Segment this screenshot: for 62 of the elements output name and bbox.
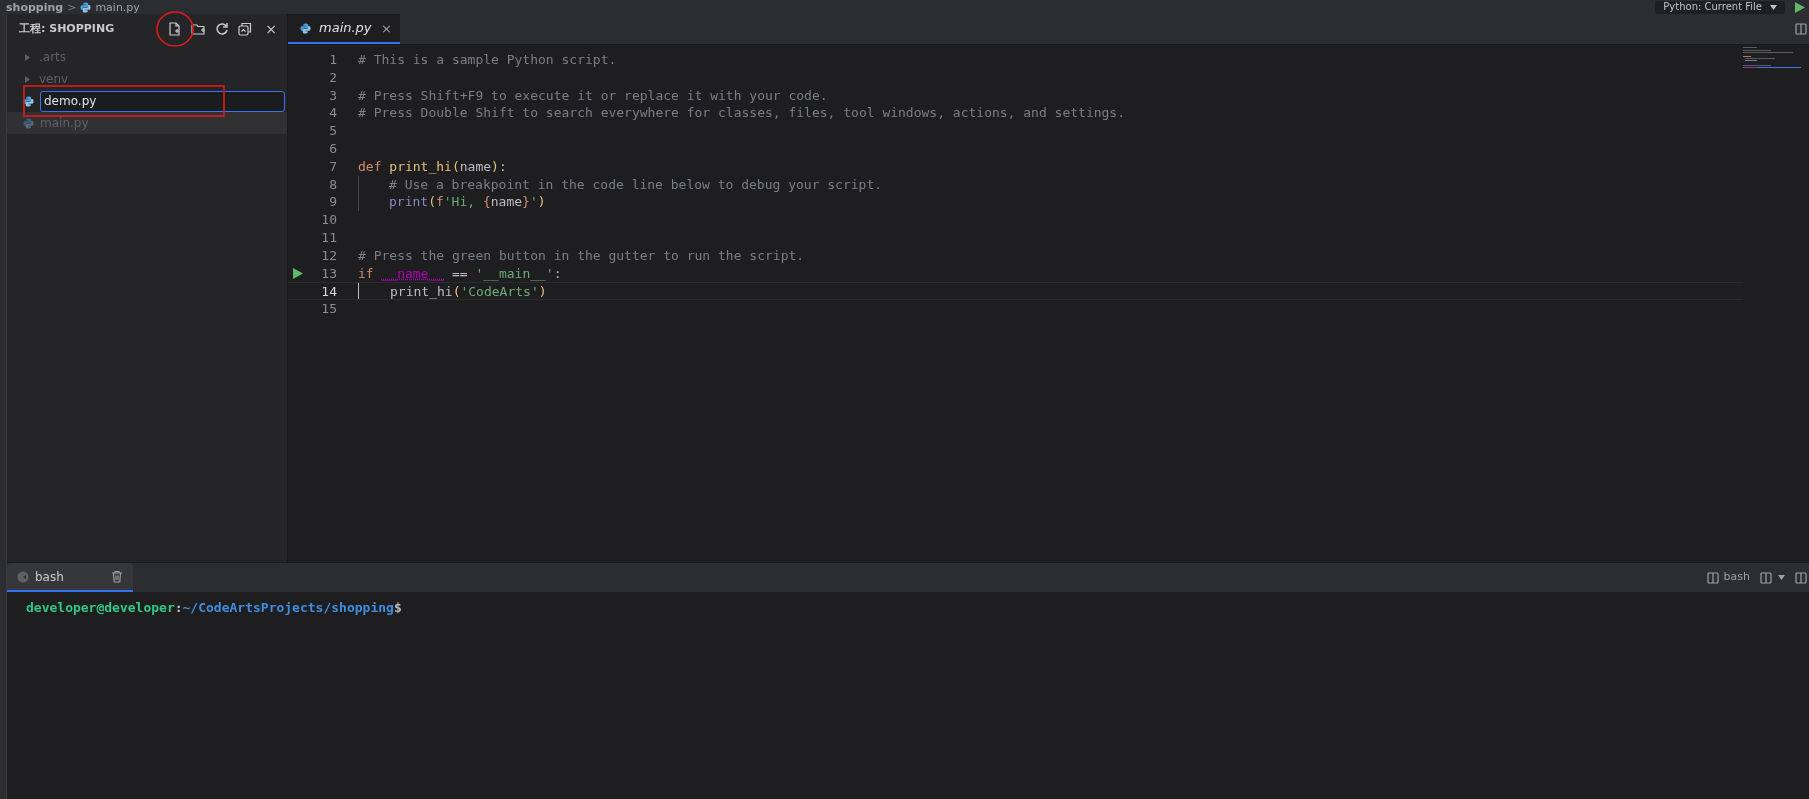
breadcrumb-separator: > <box>67 1 77 13</box>
rename-input-field[interactable]: demo.py <box>40 90 285 112</box>
tab-label: main.py <box>319 19 372 38</box>
editor-tab[interactable]: main.py × <box>288 14 400 44</box>
annotation-circle <box>155 9 196 48</box>
folder-name: venv <box>39 71 69 88</box>
split-icon[interactable] <box>1795 571 1807 584</box>
code-line: # Press Double Shift to search everywhere for classes, files, tool windows, actions, and settings. <box>358 104 1125 123</box>
run-icon[interactable] <box>1795 1 1805 13</box>
code-line: print_hi('CodeArts') <box>390 283 547 300</box>
expand-icon[interactable] <box>25 53 30 61</box>
line-number: 9 <box>328 193 337 212</box>
line-number: 4 <box>328 104 337 123</box>
tab-label: bash <box>35 568 64 586</box>
line-number: 8 <box>328 175 337 194</box>
terminal-prompt: developer@developer:~/CodeArtsProjects/shopping$ <box>26 600 402 615</box>
line-number: 3 <box>328 86 337 105</box>
caret-icon[interactable] <box>1778 575 1785 580</box>
line-number: 12 <box>320 246 337 265</box>
new-folder-icon[interactable] <box>191 22 207 36</box>
code-line: def print_hi(name): <box>358 157 507 176</box>
run-icon[interactable] <box>293 267 303 279</box>
line-number: 6 <box>328 140 337 158</box>
line-number: 13 <box>320 264 337 283</box>
terminal-tab[interactable]: bash <box>7 563 133 592</box>
refresh-icon[interactable] <box>215 22 230 36</box>
split-icon[interactable] <box>1706 571 1719 584</box>
run-config-dropdown[interactable]: Python: Current File <box>1655 0 1785 14</box>
new-file-icon[interactable] <box>168 21 183 37</box>
caret-icon <box>1770 4 1777 10</box>
python-icon <box>23 95 34 107</box>
python-icon <box>23 117 34 129</box>
line-number: 15 <box>320 300 337 318</box>
terminal-label: bash <box>1723 569 1750 586</box>
collapse-all-icon[interactable] <box>238 22 253 36</box>
line-number: 1 <box>328 51 337 69</box>
code-line: # Press Shift+F9 to execute it or replace it with your code. <box>358 86 828 105</box>
expand-icon[interactable] <box>25 75 30 83</box>
code-line: # Press the green button in the gutter to run the script. <box>358 246 805 265</box>
folder-name: .arts <box>39 49 67 66</box>
python-icon <box>300 22 311 34</box>
close-button[interactable]: × <box>265 22 277 36</box>
line-number: 7 <box>328 157 337 176</box>
breadcrumb-file[interactable]: main.py <box>95 1 140 13</box>
line-number: 2 <box>328 68 337 87</box>
terminal-icon <box>17 570 29 583</box>
code-line: print(f'Hi, {name}') <box>389 193 546 212</box>
line-number: 10 <box>320 211 337 229</box>
code-line: # This is a sample Python script. <box>358 51 617 69</box>
python-icon <box>80 1 92 13</box>
explorer-title: 工程: SHOPPING <box>19 20 115 37</box>
split-icon[interactable] <box>1760 571 1772 584</box>
code-line: if __name__ == '__main__': <box>358 264 562 283</box>
close-button[interactable]: × <box>381 21 392 35</box>
breadcrumb-folder[interactable]: shopping <box>6 1 64 13</box>
minimap-drawing <box>1743 47 1801 69</box>
code-line: # Use a breakpoint in the code line below to debug your script. <box>389 175 883 194</box>
line-number: 14 <box>320 283 337 300</box>
split-icon[interactable] <box>1795 23 1807 35</box>
line-number: 11 <box>320 228 337 247</box>
line-number: 5 <box>328 122 337 140</box>
trash-icon[interactable] <box>111 570 123 583</box>
